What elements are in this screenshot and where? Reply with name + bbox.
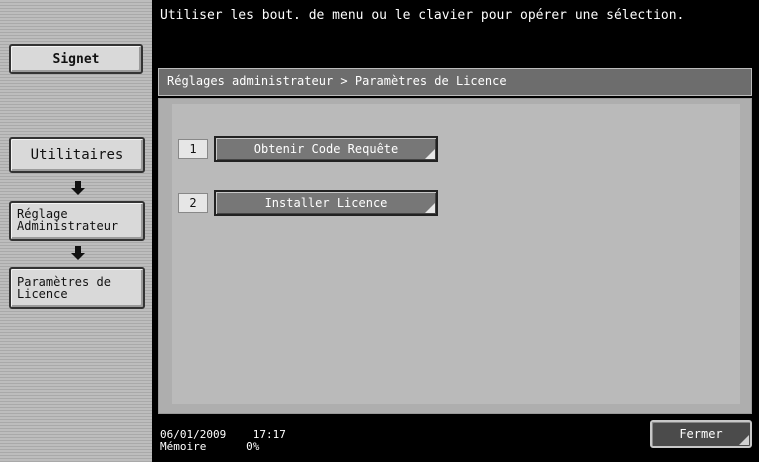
arrow-down-icon bbox=[71, 246, 85, 260]
nav-license-settings-label: Paramètres de Licence bbox=[17, 275, 111, 301]
corner-mark-icon bbox=[739, 435, 749, 445]
options-panel: 1 Obtenir Code Requête 2 Installer Licen… bbox=[172, 104, 740, 404]
memory-status: Mémoire 0% bbox=[160, 440, 259, 453]
breadcrumb: Réglages administrateur > Paramètres de … bbox=[158, 68, 752, 96]
memory-label: Mémoire bbox=[160, 440, 207, 453]
option-number-2: 2 bbox=[178, 193, 208, 213]
memory-value: 0% bbox=[246, 440, 260, 453]
content-area: 1 Obtenir Code Requête 2 Installer Licen… bbox=[158, 98, 752, 414]
main-frame: Réglages administrateur > Paramètres de … bbox=[152, 58, 759, 420]
instruction-bar: Utiliser les bout. de menu ou le clavier… bbox=[152, 0, 759, 58]
breadcrumb-text: Réglages administrateur > Paramètres de … bbox=[167, 74, 507, 88]
bookmark-label: Signet bbox=[52, 51, 100, 67]
close-button[interactable]: Fermer bbox=[650, 420, 752, 448]
install-license-label: Installer Licence bbox=[264, 196, 388, 210]
close-label: Fermer bbox=[679, 427, 723, 441]
option-number-1: 1 bbox=[178, 139, 208, 159]
left-panel: Signet Utilitaires Réglage Administrateu… bbox=[0, 0, 152, 462]
install-license-button[interactable]: Installer Licence bbox=[214, 190, 438, 216]
nav-utilities-button[interactable]: Utilitaires bbox=[9, 137, 145, 173]
instruction-message: Utiliser les bout. de menu ou le clavier… bbox=[160, 8, 685, 23]
nav-license-settings-button[interactable]: Paramètres de Licence bbox=[9, 267, 145, 309]
get-request-code-label: Obtenir Code Requête bbox=[253, 142, 399, 156]
get-request-code-button[interactable]: Obtenir Code Requête bbox=[214, 136, 438, 162]
nav-admin-settings-label: Réglage Administrateur bbox=[17, 207, 119, 233]
status-bar: 06/01/2009 17:17 Mémoire 0% Fermer bbox=[152, 420, 759, 462]
corner-mark-icon bbox=[425, 149, 435, 159]
nav-utilities-label: Utilitaires bbox=[30, 147, 124, 163]
arrow-down-icon bbox=[71, 181, 85, 195]
bookmark-button[interactable]: Signet bbox=[9, 44, 143, 74]
nav-admin-settings-button[interactable]: Réglage Administrateur bbox=[9, 201, 145, 241]
corner-mark-icon bbox=[425, 203, 435, 213]
